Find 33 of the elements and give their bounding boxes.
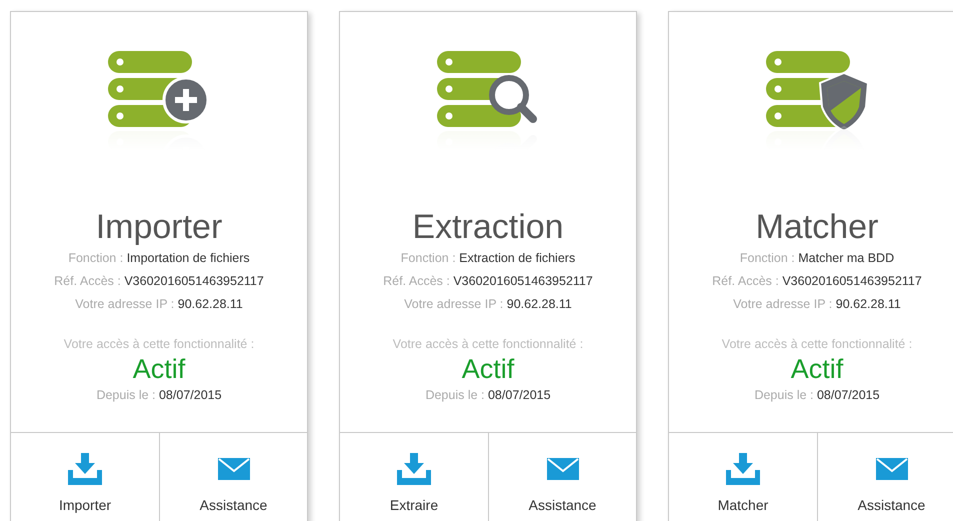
detail-line: Fonction : Importation de fichiers <box>68 250 250 267</box>
access-label: Votre accès à cette fonctionnalité : <box>392 336 584 353</box>
detail-line: Votre adresse IP : 90.62.28.11 <box>733 296 901 313</box>
detail-line: Votre adresse IP : 90.62.28.11 <box>75 296 243 313</box>
mail-icon <box>876 458 908 480</box>
download-icon <box>726 453 760 485</box>
action-button[interactable]: Extraire <box>340 433 488 521</box>
card-title: Matcher <box>756 207 878 247</box>
action-button[interactable]: Importer <box>11 433 159 521</box>
since-line: Depuis le : 08/07/2015 <box>425 387 551 404</box>
status-text: Actif <box>132 354 186 384</box>
status-text: Actif <box>462 354 514 384</box>
detail-line: Votre adresse IP : 90.62.28.11 <box>404 296 572 313</box>
download-icon <box>68 453 102 485</box>
detail-line: Réf. Accès : V3602016051463952117 <box>383 273 593 290</box>
detail-line: Réf. Accès : V3602016051463952117 <box>712 273 922 290</box>
since-line: Depuis le : 08/07/2015 <box>754 387 880 404</box>
detail-line: Fonction : Extraction de fichiers <box>400 250 576 267</box>
mail-icon <box>546 458 578 480</box>
download-icon <box>397 453 431 485</box>
access-label: Votre accès à cette fonctionnalité : <box>722 336 912 353</box>
detail-line: Fonction : Matcher ma BDD <box>740 250 894 267</box>
card-title: Importer <box>96 207 222 247</box>
mail-icon <box>218 458 250 480</box>
since-line: Depuis le : 08/07/2015 <box>96 387 222 404</box>
access-label: Votre accès à cette fonctionnalité : <box>64 336 254 353</box>
assistance-button[interactable]: Assistance <box>488 433 636 521</box>
assistance-button[interactable]: Assistance <box>817 433 953 521</box>
card-title: Extraction <box>412 207 564 247</box>
detail-line: Réf. Accès : V3602016051463952117 <box>54 273 264 290</box>
status-text: Actif <box>790 354 844 384</box>
action-button[interactable]: Matcher <box>669 433 817 521</box>
assistance-button[interactable]: Assistance <box>159 433 307 521</box>
